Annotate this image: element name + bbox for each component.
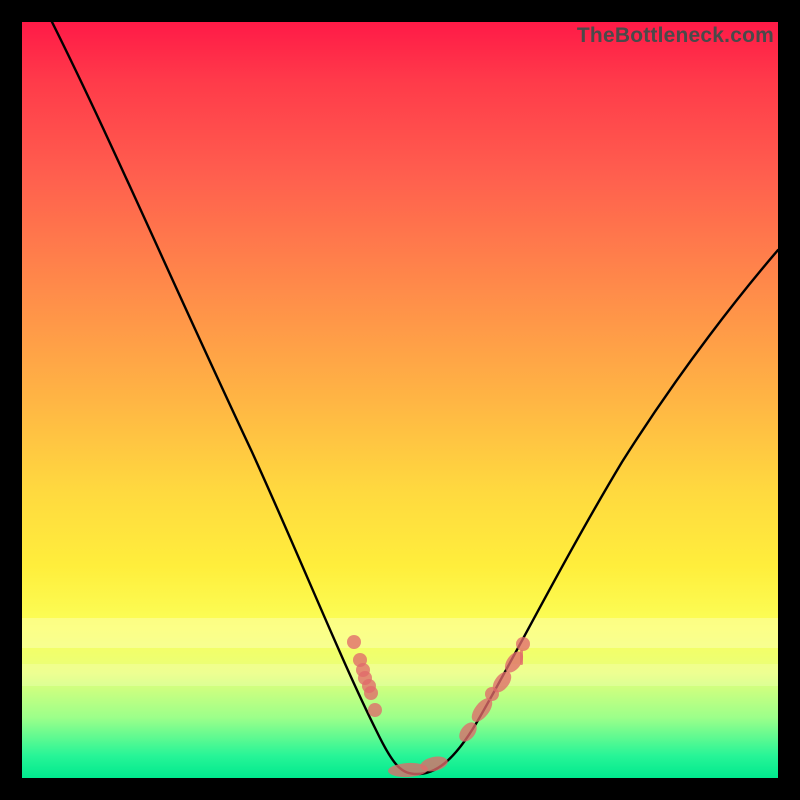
bottleneck-curve-path [52, 22, 778, 774]
outer-frame: TheBottleneck.com [0, 0, 800, 800]
marker-group [347, 635, 530, 778]
watermark-text: TheBottleneck.com [577, 24, 774, 48]
plot-area [22, 22, 778, 778]
curve-svg [22, 22, 778, 778]
